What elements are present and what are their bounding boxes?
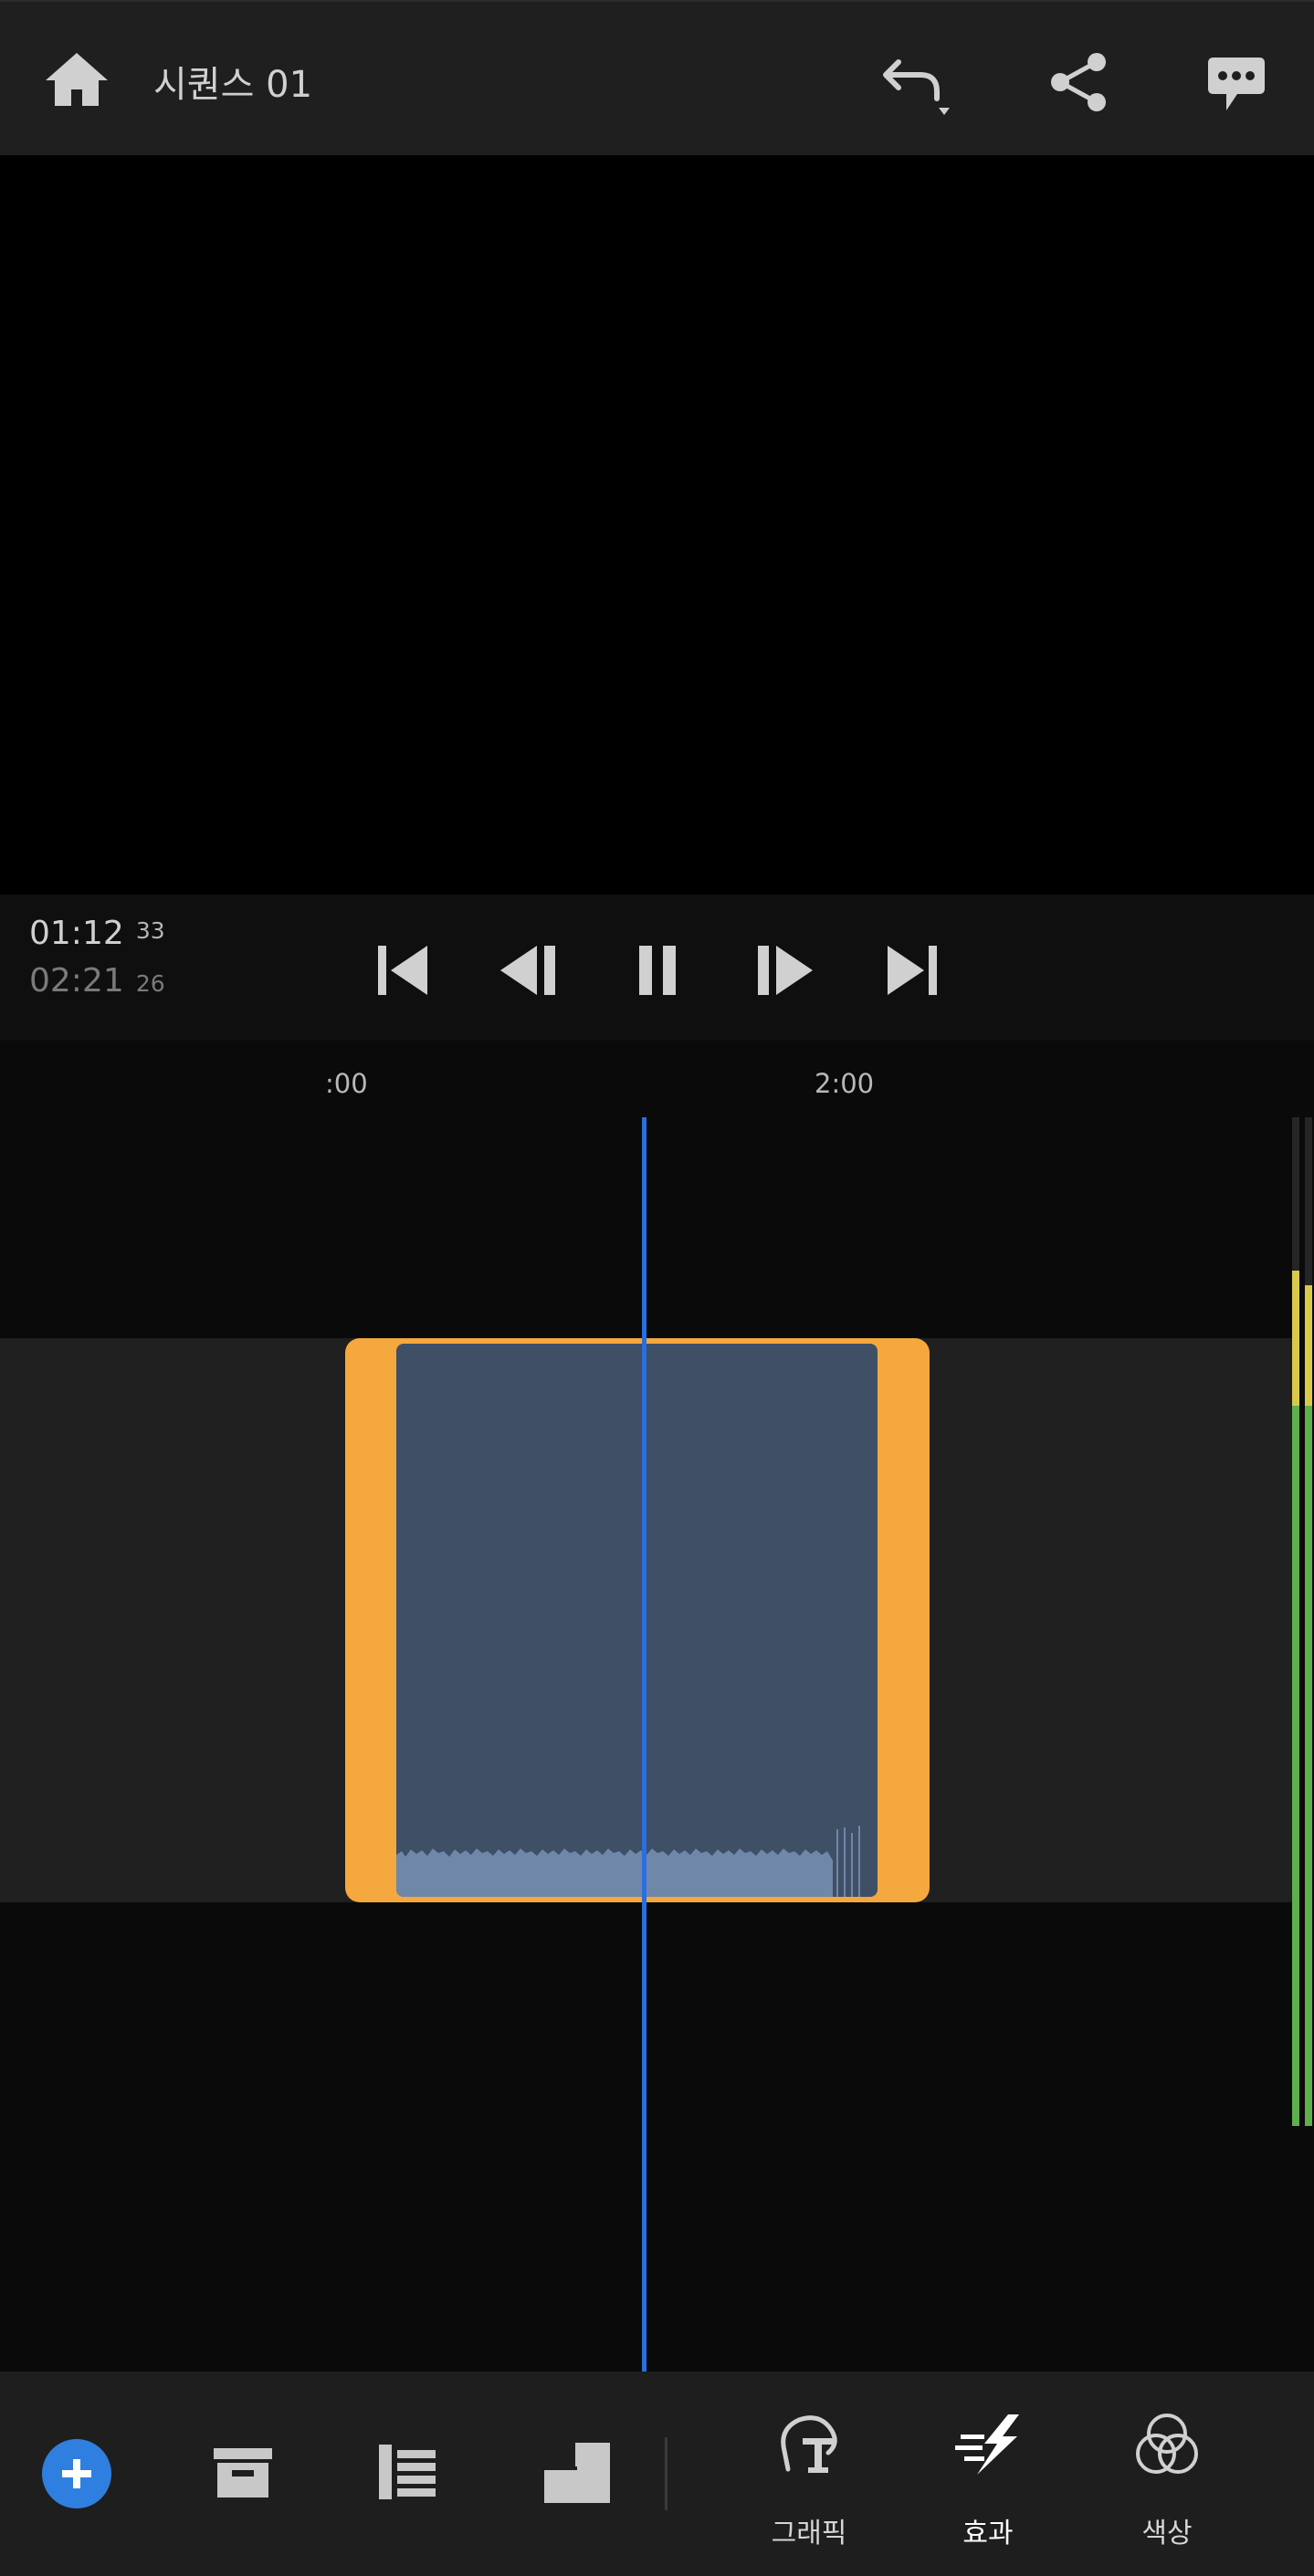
graphics-icon [773, 2408, 846, 2481]
tab-effects[interactable]: 효과 [915, 2408, 1061, 2563]
current-timecode: 01:12 33 [29, 915, 165, 952]
current-frame: 33 [135, 917, 165, 944]
pause-icon[interactable] [626, 940, 690, 1000]
playhead[interactable] [642, 1117, 646, 2372]
current-time: 01:12 [29, 915, 124, 952]
transport-bar: 01:12 33 02:21 26 [0, 895, 1314, 1041]
video-preview[interactable] [0, 155, 1314, 895]
skip-to-start-icon[interactable] [371, 940, 435, 1000]
home-icon[interactable] [38, 46, 115, 111]
layers-icon[interactable] [541, 2439, 615, 2507]
list-icon[interactable] [371, 2439, 444, 2505]
clip-thumbnail [396, 1344, 878, 1897]
audio-meter-left-level [1292, 1271, 1299, 1406]
archive-icon[interactable] [206, 2441, 279, 2505]
step-back-icon[interactable] [497, 940, 561, 1000]
audio-meter-left-green [1292, 1406, 1299, 2126]
total-timecode: 02:21 26 [29, 962, 165, 1000]
total-time: 02:21 [29, 962, 124, 1000]
comment-icon[interactable] [1202, 51, 1271, 117]
tab-graphics[interactable]: 그래픽 [736, 2408, 882, 2563]
audio-waveform [396, 1826, 860, 1897]
share-icon[interactable] [1045, 49, 1114, 115]
effects-icon [951, 2408, 1025, 2481]
top-bar: 시퀀스 01 [0, 0, 1314, 155]
bottom-toolbar: 그래픽 효과 색상 [0, 2372, 1314, 2576]
audio-meter-right-green [1305, 1406, 1312, 2126]
tab-color[interactable]: 색상 [1094, 2408, 1240, 2563]
undo-icon[interactable] [878, 49, 951, 119]
sequence-title[interactable]: 시퀀스 01 [153, 55, 312, 108]
total-frame: 26 [135, 970, 165, 997]
ruler-label: 2:00 [815, 1068, 875, 1099]
audio-meter-right-level [1305, 1285, 1312, 1406]
tab-graphics-label: 그래픽 [771, 2518, 847, 2550]
tab-effects-label: 효과 [962, 2518, 1014, 2550]
tab-color-label: 색상 [1141, 2518, 1193, 2550]
step-forward-icon[interactable] [752, 940, 816, 1000]
color-icon [1130, 2408, 1204, 2481]
add-icon[interactable] [42, 2439, 111, 2508]
toolbar-divider [665, 2437, 668, 2510]
ruler-label: :00 [325, 1068, 368, 1099]
skip-to-end-icon[interactable] [880, 940, 944, 1000]
